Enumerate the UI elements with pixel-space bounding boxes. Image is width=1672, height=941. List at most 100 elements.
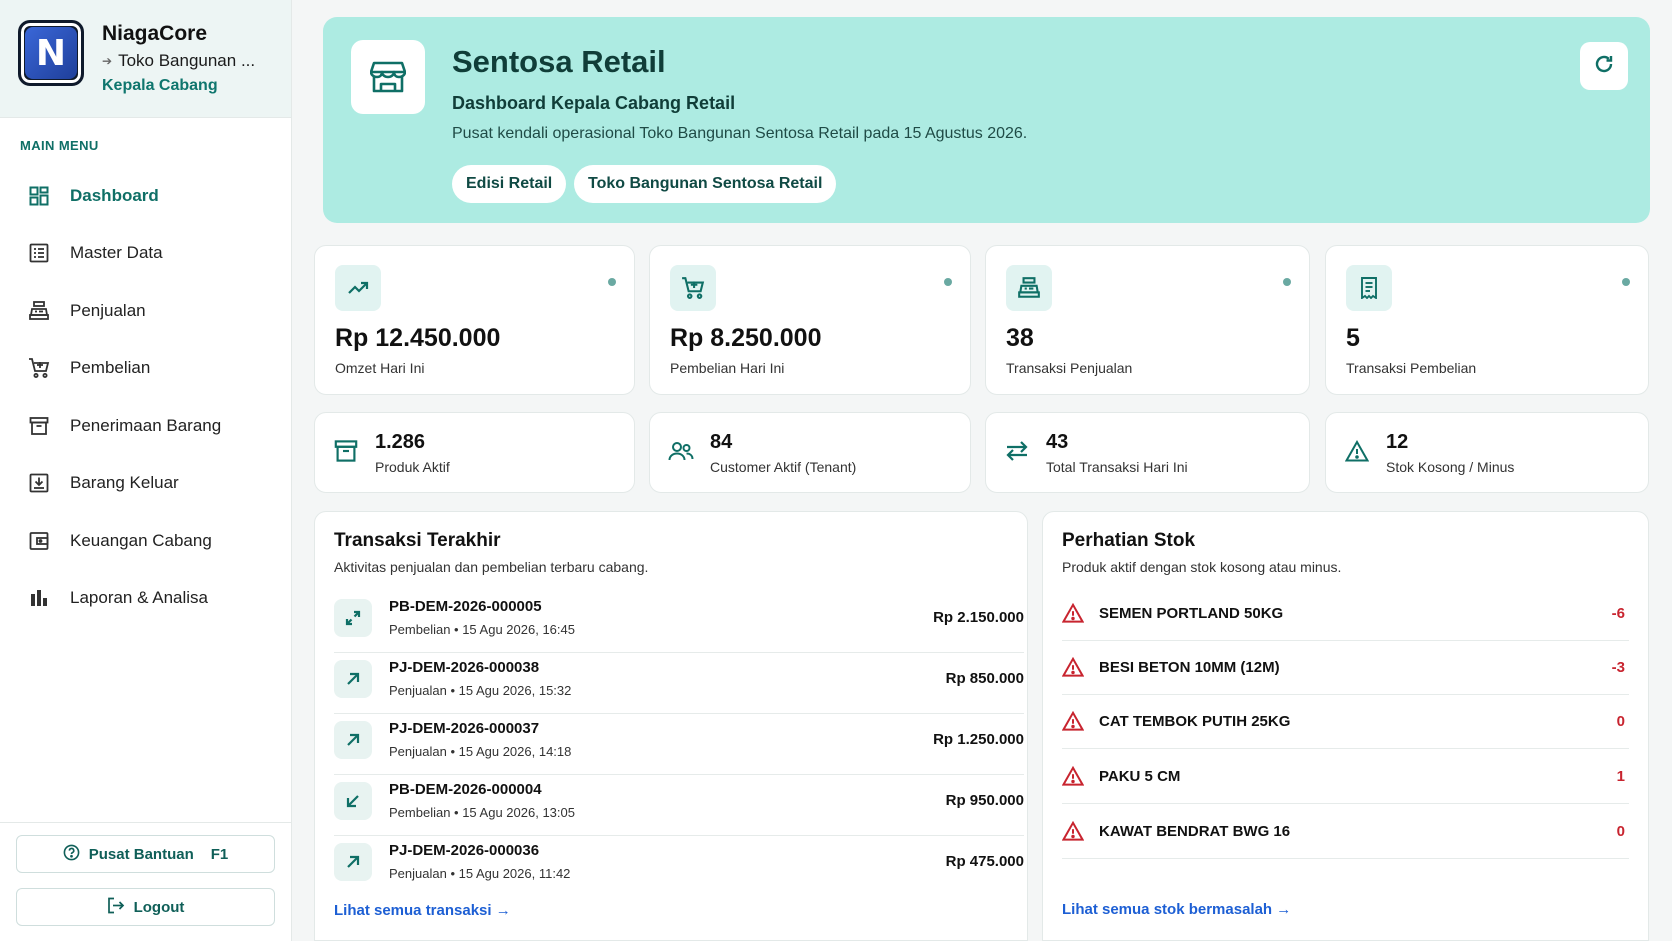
logout-button[interactable]: Logout <box>16 888 275 926</box>
transaction-row[interactable]: PJ-DEM-2026-000038 Penjualan • 15 Agu 20… <box>334 653 1024 714</box>
logo-letter: N <box>25 27 77 79</box>
stat-value: 5 <box>1346 324 1360 352</box>
sidebar-item-label: Master Data <box>70 243 163 263</box>
sidebar-item-penerimaan-barang[interactable]: Penerimaan Barang <box>0 397 291 455</box>
transaction-row[interactable]: PB-DEM-2026-000005 Pembelian • 15 Agu 20… <box>334 592 1024 653</box>
trending-up-icon <box>335 265 381 311</box>
mini-stat-value: 84 <box>710 431 733 453</box>
warning-icon <box>1061 710 1085 733</box>
status-dot <box>944 278 952 286</box>
sidebar-item-label: Barang Keluar <box>70 473 179 493</box>
transaction-amount: Rp 850.000 <box>945 670 1024 687</box>
help-center-button[interactable]: Pusat Bantuan F1 <box>16 835 275 873</box>
panel-title: Perhatian Stok <box>1062 530 1196 551</box>
transaction-row[interactable]: PJ-DEM-2026-000036 Penjualan • 15 Agu 20… <box>334 836 1024 897</box>
status-dot <box>608 278 616 286</box>
help-circle-icon <box>63 844 80 865</box>
sidebar-item-penjualan[interactable]: Penjualan <box>0 282 291 340</box>
stat-label: Transaksi Penjualan <box>1006 360 1133 376</box>
sidebar-item-label: Penerimaan Barang <box>70 415 222 435</box>
stat-card-transaksi-pembelian: 5 Transaksi Pembelian <box>1325 245 1649 395</box>
cart-icon <box>28 357 50 379</box>
stock-item[interactable]: KAWAT BENDRAT BWG 16 0 <box>1061 805 1629 859</box>
hero-title: Sentosa Retail <box>452 44 666 79</box>
transaction-id: PJ-DEM-2026-000036 <box>389 842 540 859</box>
status-dot <box>1622 278 1630 286</box>
stock-item-name: BESI BETON 10MM (12M) <box>1099 659 1280 676</box>
transaction-amount: Rp 950.000 <box>945 792 1024 809</box>
sidebar-footer: Pusat Bantuan F1 Logout <box>0 822 291 941</box>
view-all-transactions-link[interactable]: Lihat semua transaksi → <box>334 902 511 919</box>
sidebar-item-laporan-analisa[interactable]: Laporan & Analisa <box>0 570 291 628</box>
stock-attention-panel: Perhatian Stok Produk aktif dengan stok … <box>1042 511 1649 941</box>
warning-icon <box>1061 602 1085 625</box>
hero-banner: Sentosa Retail Dashboard Kepala Cabang R… <box>323 17 1650 223</box>
help-center-label: Pusat Bantuan <box>88 845 194 863</box>
sidebar-item-master-data[interactable]: Master Data <box>0 225 291 283</box>
stock-item[interactable]: SEMEN PORTLAND 50KG -6 <box>1061 587 1629 641</box>
stock-item[interactable]: CAT TEMBOK PUTIH 25KG 0 <box>1061 695 1629 749</box>
store-name: ➔ Toko Bangunan ... <box>102 51 255 71</box>
sidebar-item-label: Keuangan Cabang <box>70 530 212 550</box>
stock-item-name: SEMEN PORTLAND 50KG <box>1099 605 1284 622</box>
arrow-up-right-icon <box>334 721 372 759</box>
stock-item-name: CAT TEMBOK PUTIH 25KG <box>1099 713 1291 730</box>
sidebar-item-barang-keluar[interactable]: Barang Keluar <box>0 455 291 513</box>
cash-register-icon <box>1006 265 1052 311</box>
sidebar-item-label: Pembelian <box>70 358 151 378</box>
logout-label: Logout <box>133 898 185 916</box>
cash-register-icon <box>28 300 50 322</box>
transaction-row[interactable]: PB-DEM-2026-000004 Pembelian • 15 Agu 20… <box>334 775 1024 836</box>
logout-icon <box>107 897 125 918</box>
sidebar-item-label: Dashboard <box>70 185 159 205</box>
transaction-id: PB-DEM-2026-000005 <box>389 598 542 615</box>
mini-stat-label: Produk Aktif <box>375 459 450 475</box>
recent-transactions-panel: Transaksi Terakhir Aktivitas penjualan d… <box>314 511 1028 941</box>
stock-item-qty: 0 <box>1616 823 1625 840</box>
mini-card-total-transaksi: 43 Total Transaksi Hari Ini <box>985 412 1310 493</box>
sidebar-item-keuangan-cabang[interactable]: Keuangan Cabang <box>0 512 291 570</box>
bar-chart-icon <box>28 587 50 609</box>
transaction-amount: Rp 475.000 <box>945 853 1024 870</box>
mini-stat-value: 1.286 <box>375 431 426 453</box>
stat-label: Omzet Hari Ini <box>335 360 425 376</box>
warning-icon <box>1061 820 1085 843</box>
swap-arrows-icon <box>1004 438 1030 464</box>
panel-subtitle: Aktivitas penjualan dan pembelian terbar… <box>334 559 649 575</box>
store-chip[interactable]: Toko Bangunan Sentosa Retail <box>574 165 837 203</box>
sidebar-item-label: Laporan & Analisa <box>70 588 208 608</box>
stock-item[interactable]: PAKU 5 CM 1 <box>1061 750 1629 804</box>
transaction-meta: Penjualan • 15 Agu 2026, 15:32 <box>389 683 572 698</box>
status-dot <box>1283 278 1291 286</box>
transaction-meta: Pembelian • 15 Agu 2026, 16:45 <box>389 622 575 637</box>
view-all-stock-issues-link[interactable]: Lihat semua stok bermasalah → <box>1062 901 1291 918</box>
transaction-amount: Rp 2.150.000 <box>933 609 1024 626</box>
mini-stat-value: 12 <box>1386 431 1409 453</box>
warning-icon <box>1061 765 1085 788</box>
stat-value: Rp 12.450.000 <box>335 324 501 352</box>
main-menu: Dashboard Master Data Penjualan Pembelia… <box>0 167 291 627</box>
expand-arrows-icon <box>334 599 372 637</box>
archive-box-icon <box>28 415 50 437</box>
mini-card-produk-aktif: 1.286 Produk Aktif <box>314 412 635 493</box>
stock-item-qty: 1 <box>1616 768 1625 785</box>
transaction-id: PJ-DEM-2026-000038 <box>389 659 540 676</box>
stock-item-name: KAWAT BENDRAT BWG 16 <box>1099 823 1291 840</box>
sidebar-item-pembelian[interactable]: Pembelian <box>0 340 291 398</box>
stock-item[interactable]: BESI BETON 10MM (12M) -3 <box>1061 641 1629 695</box>
arrow-down-left-icon <box>334 782 372 820</box>
mini-card-stok-kosong: 12 Stok Kosong / Minus <box>1325 412 1649 493</box>
refresh-button[interactable] <box>1580 42 1628 90</box>
panel-subtitle: Produk aktif dengan stok kosong atau min… <box>1062 559 1342 575</box>
transaction-row[interactable]: PJ-DEM-2026-000037 Penjualan • 15 Agu 20… <box>334 714 1024 775</box>
mini-stat-value: 43 <box>1046 431 1069 453</box>
transaction-meta: Pembelian • 15 Agu 2026, 13:05 <box>389 805 575 820</box>
sidebar-item-dashboard[interactable]: Dashboard <box>0 167 291 225</box>
stat-card-transaksi-penjualan: 38 Transaksi Penjualan <box>985 245 1310 395</box>
dashboard-grid-icon <box>28 185 50 207</box>
edition-chip[interactable]: Edisi Retail <box>452 165 567 203</box>
panel-title: Transaksi Terakhir <box>334 530 501 551</box>
receipt-icon <box>1346 265 1392 311</box>
transaction-meta: Penjualan • 15 Agu 2026, 11:42 <box>389 866 571 881</box>
arrow-up-right-icon <box>334 660 372 698</box>
